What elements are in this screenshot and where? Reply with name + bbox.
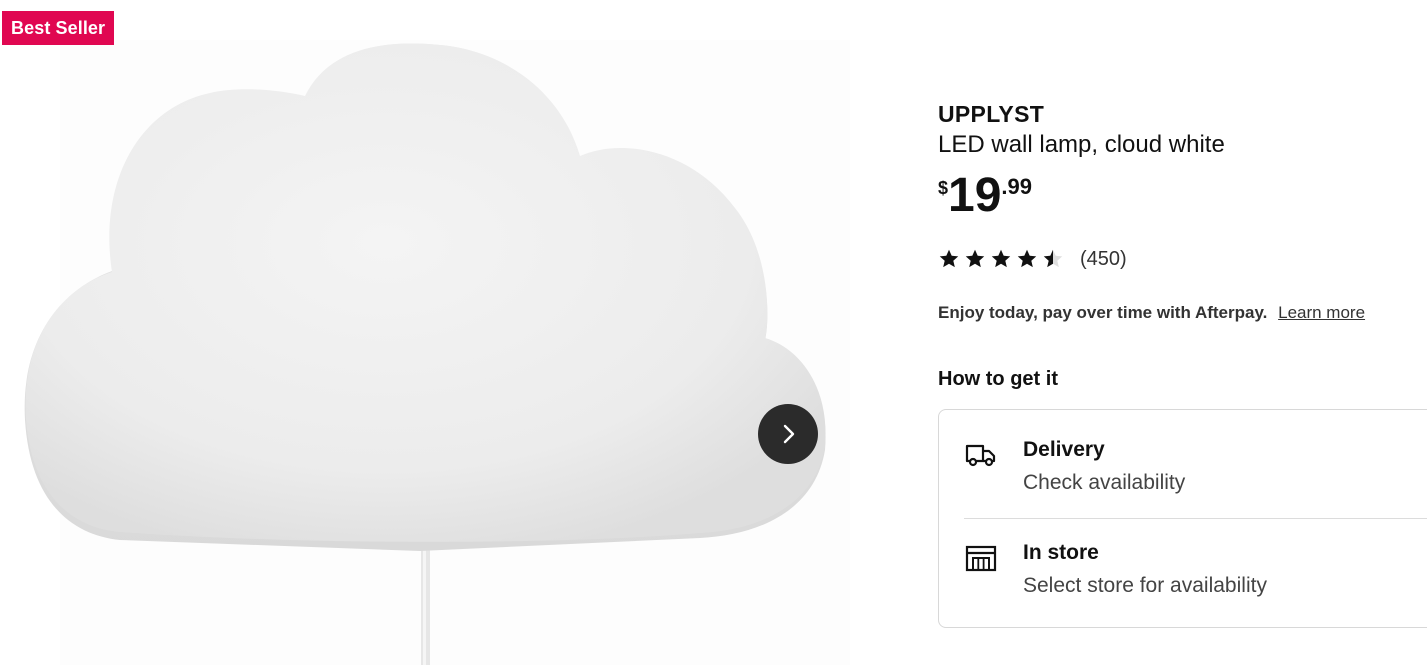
- next-image-button[interactable]: [758, 404, 818, 464]
- product-price: $ 19 .99: [938, 170, 1032, 222]
- price-integer: 19: [948, 169, 1002, 222]
- star-icon: [965, 249, 985, 268]
- options-divider: [964, 518, 1427, 519]
- in-store-option[interactable]: In store Select store for availability: [964, 533, 1427, 623]
- in-store-subtitle: Select store for availability: [1023, 574, 1267, 597]
- price-currency: $: [938, 178, 949, 198]
- product-info: UPPLYST LED wall lamp, cloud white $ 19 …: [938, 0, 1427, 665]
- star-icon: [1043, 249, 1063, 268]
- truck-icon: [965, 444, 996, 467]
- best-seller-badge: Best Seller: [2, 11, 115, 45]
- product-rating[interactable]: (450): [938, 247, 1127, 271]
- star-icon: [991, 249, 1011, 268]
- delivery-subtitle: Check availability: [1023, 471, 1186, 494]
- star-icon: [1017, 249, 1037, 268]
- availability-options: Delivery Check availability In store Sel…: [938, 409, 1427, 628]
- delivery-title: Delivery: [1023, 438, 1105, 461]
- store-icon: [965, 545, 997, 572]
- delivery-option[interactable]: Delivery Check availability: [964, 430, 1427, 520]
- review-count: (450): [1080, 247, 1127, 270]
- product-image: [0, 0, 860, 665]
- in-store-title: In store: [1023, 541, 1099, 564]
- afterpay-learn-more-link[interactable]: Learn more: [1278, 303, 1365, 322]
- cloud-lamp-illustration: [24, 40, 850, 665]
- chevron-right-icon: [783, 424, 795, 444]
- star-icon: [939, 249, 959, 268]
- how-to-get-heading: How to get it: [938, 368, 1058, 390]
- product-name: UPPLYST: [938, 101, 1045, 127]
- rating-stars: [938, 248, 1064, 270]
- afterpay-message: Enjoy today, pay over time with Afterpay…: [938, 303, 1365, 323]
- product-description: LED wall lamp, cloud white: [938, 131, 1225, 158]
- afterpay-text: Enjoy today, pay over time with Afterpay…: [938, 303, 1268, 322]
- price-decimal: .99: [1001, 174, 1032, 199]
